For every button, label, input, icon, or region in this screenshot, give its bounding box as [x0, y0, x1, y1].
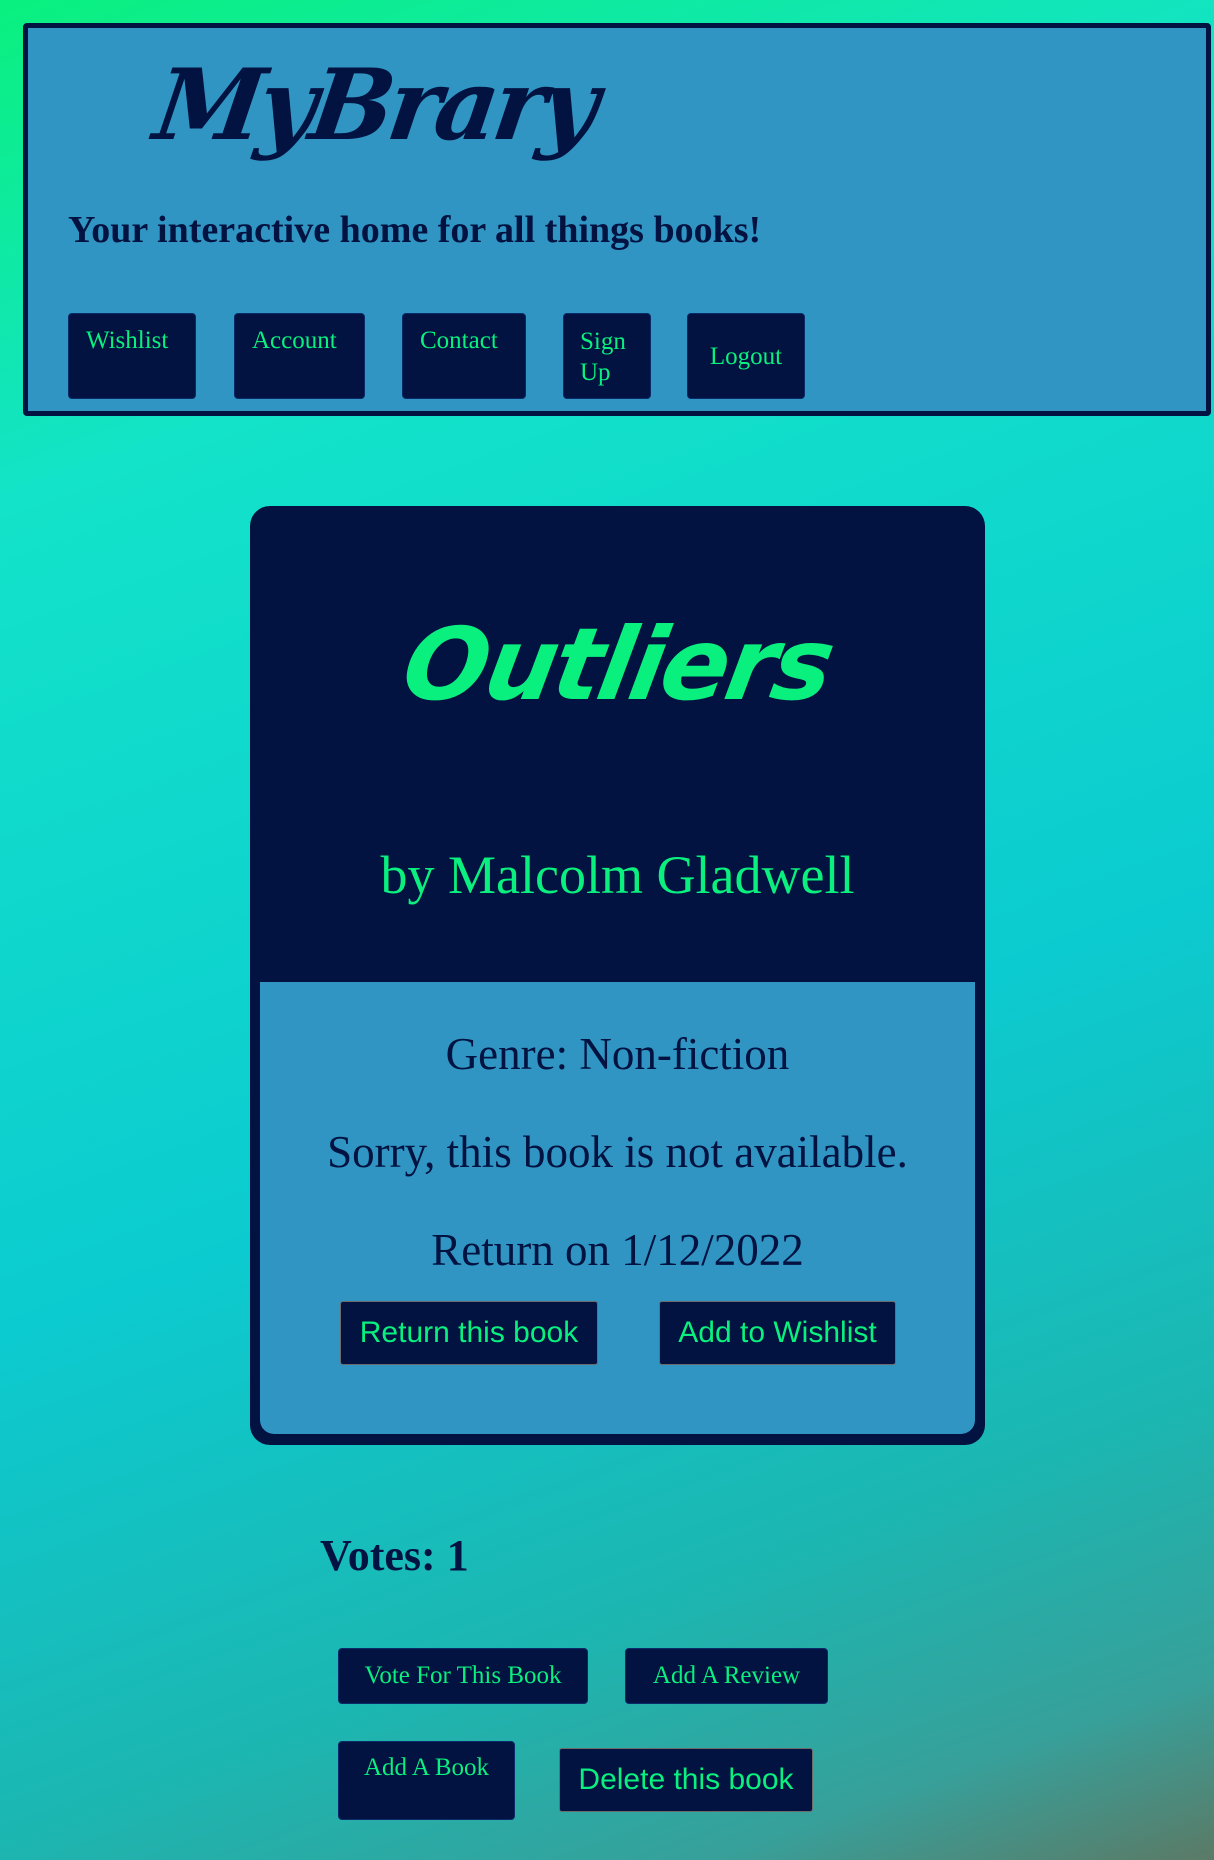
site-header: MyBrary Your interactive home for all th… [23, 23, 1211, 416]
vote-count: Votes: 1 [320, 1531, 469, 1580]
book-card: Outliers by Malcolm Gladwell Genre: Non-… [250, 506, 985, 1445]
nav-signup-button[interactable]: Sign Up [563, 313, 651, 399]
site-tagline: Your interactive home for all things boo… [68, 209, 762, 251]
nav-account-button[interactable]: Account [234, 313, 365, 399]
site-logo[interactable]: MyBrary [148, 48, 601, 163]
add-review-button[interactable]: Add A Review [625, 1648, 828, 1704]
vote-for-book-button[interactable]: Vote For This Book [338, 1648, 588, 1704]
book-author: by Malcolm Gladwell [380, 845, 855, 905]
nav-logout-button[interactable]: Logout [687, 313, 805, 399]
book-title: Outliers [394, 606, 841, 723]
nav-contact-button[interactable]: Contact [402, 313, 526, 399]
delete-book-button[interactable]: Delete this book [559, 1748, 813, 1812]
return-book-button[interactable]: Return this book [340, 1301, 598, 1365]
book-genre: Genre: Non-fiction [445, 1029, 790, 1079]
add-book-button[interactable]: Add A Book [338, 1741, 515, 1820]
availability-status: Sorry, this book is not available. [327, 1127, 908, 1177]
add-to-wishlist-button[interactable]: Add to Wishlist [659, 1301, 896, 1365]
return-date: Return on 1/12/2022 [431, 1225, 804, 1275]
nav-wishlist-button[interactable]: Wishlist [68, 313, 196, 399]
